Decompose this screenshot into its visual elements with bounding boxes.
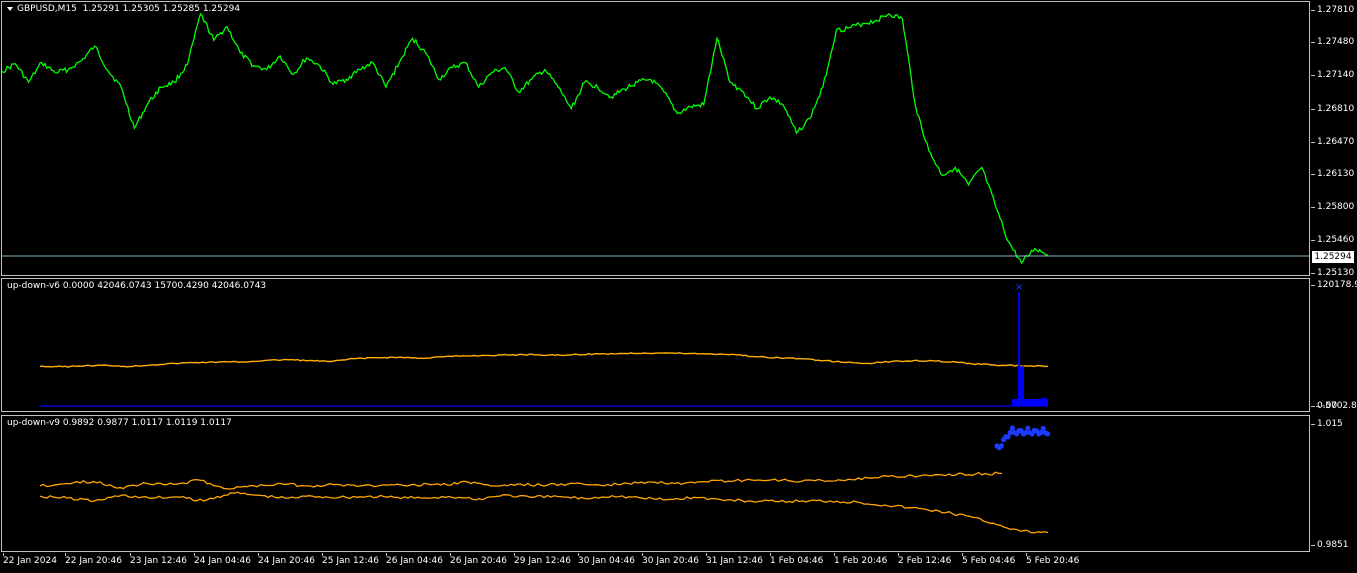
dropdown-triangle-icon[interactable] [7, 6, 13, 11]
price-series-line [2, 12, 1049, 265]
time-tick: 5 Feb 04:46 [962, 553, 1016, 566]
indicator-v6-axis[interactable]: 120178.93 0.00 -5702.806 [1311, 278, 1357, 412]
time-tick: 24 Jan 20:46 [258, 553, 315, 566]
indicator-v9-axis[interactable]: 1.015 0.9851 [1311, 415, 1357, 552]
v6-histogram: × [1012, 282, 1048, 406]
time-tick: 26 Jan 20:46 [450, 553, 507, 566]
price-chart-canvas[interactable] [2, 2, 1309, 275]
v9-marker [998, 443, 1005, 449]
price-tick: 1.27810 [1311, 5, 1357, 15]
time-tick: 26 Jan 04:46 [386, 553, 443, 566]
current-price-label: 1.25294 [1312, 251, 1354, 263]
v9-scale-top: 1.015 [1311, 419, 1357, 429]
v9-marker [1009, 425, 1016, 431]
v6-peak-marker: × [1015, 282, 1023, 293]
price-tick: 1.27480 [1311, 37, 1357, 47]
symbol-info-text: GBPUSD,M15 1.25291 1.25305 1.25285 1.252… [17, 4, 241, 14]
v6-scale-top: 120178.93 [1311, 280, 1357, 290]
indicator-v6-pane[interactable]: × up-down-v6 0.0000 42046.0743 15700.429… [1, 278, 1310, 412]
time-tick: 23 Jan 12:46 [130, 553, 187, 566]
price-tick: 1.25460 [1311, 235, 1357, 245]
v6-bar-base [1012, 399, 1048, 406]
time-axis[interactable]: 22 Jan 2024 22 Jan 20:46 23 Jan 12:46 24… [0, 553, 1310, 573]
symbol-info[interactable]: GBPUSD,M15 1.25291 1.25305 1.25285 1.252… [7, 4, 240, 14]
time-tick: 1 Feb 20:46 [834, 553, 888, 566]
time-tick: 5 Feb 20:46 [1026, 553, 1080, 566]
v9-marker [1025, 425, 1031, 431]
v9-marker [1040, 425, 1046, 431]
price-tick: 1.26810 [1311, 104, 1357, 114]
price-axis[interactable]: 1.27810 1.27480 1.27140 1.26810 1.26470 … [1311, 1, 1357, 278]
time-tick: 30 Jan 04:46 [578, 553, 635, 566]
v9-scale-bottom: 0.9851 [1311, 540, 1357, 550]
price-tick: 1.26130 [1311, 169, 1357, 179]
v9-lower-line [39, 491, 1049, 534]
v9-marker [1045, 431, 1051, 437]
price-chart-pane[interactable]: GBPUSD,M15 1.25291 1.25305 1.25285 1.252… [1, 1, 1310, 276]
price-tick: 1.26470 [1311, 137, 1357, 147]
v6-series-line [39, 352, 1049, 368]
indicator-v6-canvas[interactable]: × [2, 279, 1309, 411]
price-tick: 1.27140 [1311, 70, 1357, 80]
time-tick: 24 Jan 04:46 [194, 553, 251, 566]
time-tick: 31 Jan 12:46 [706, 553, 763, 566]
time-tick: 22 Jan 2024 [3, 553, 57, 566]
time-tick: 1 Feb 04:46 [770, 553, 824, 566]
price-tick: 1.25800 [1311, 202, 1357, 212]
time-tick: 22 Jan 20:46 [65, 553, 122, 566]
time-tick: 30 Jan 20:46 [642, 553, 699, 566]
indicator-v6-info: up-down-v6 0.0000 42046.0743 15700.4290 … [7, 281, 267, 291]
v9-markers [994, 425, 1051, 451]
indicator-v9-pane[interactable]: up-down-v9 0.9892 0.9877 1.0117 1.0119 1… [1, 415, 1310, 552]
time-tick: 2 Feb 12:46 [898, 553, 952, 566]
v9-upper-line [39, 471, 1002, 490]
indicator-v9-canvas[interactable] [2, 416, 1309, 551]
time-tick: 29 Jan 12:46 [514, 553, 571, 566]
indicator-v9-info: up-down-v9 0.9892 0.9877 1.0117 1.0119 1… [7, 418, 232, 428]
price-tick: 1.25130 [1311, 268, 1357, 278]
v6-scale-bottom: -5702.806 [1316, 401, 1357, 411]
time-tick: 25 Jan 12:46 [322, 553, 379, 566]
